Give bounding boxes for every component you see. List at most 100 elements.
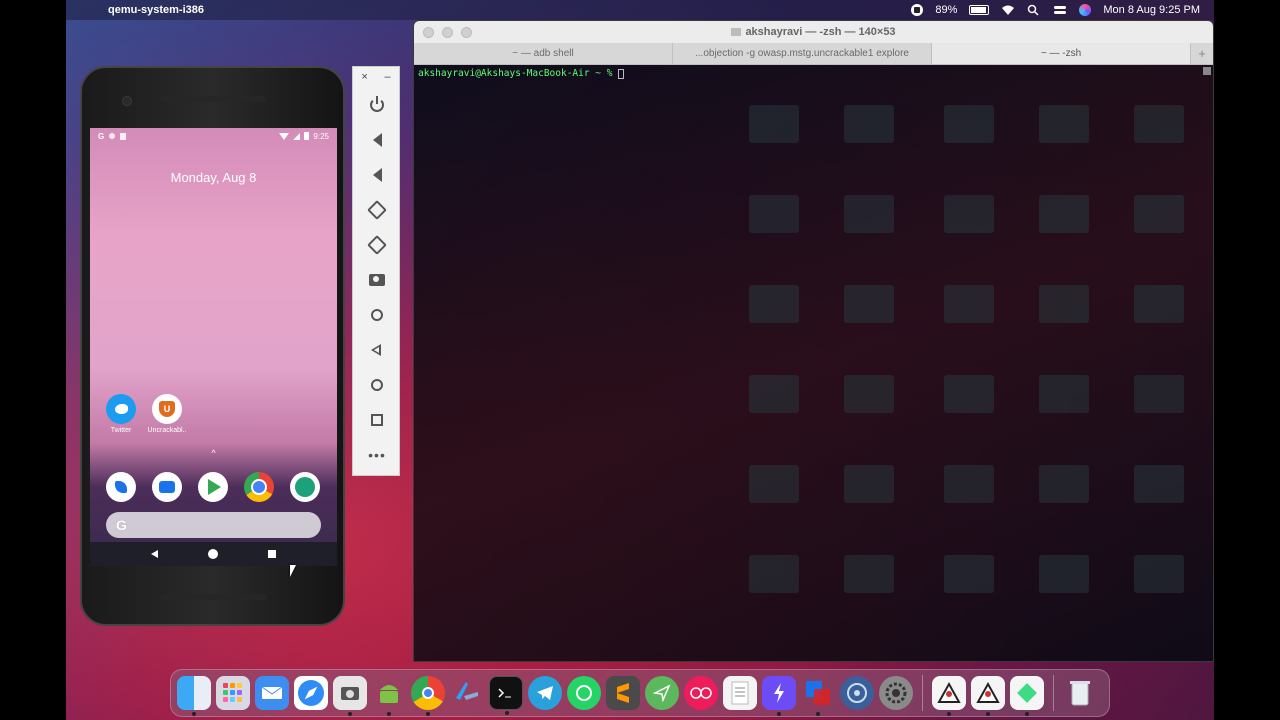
home-icon	[371, 378, 383, 391]
android-sdk-icon[interactable]	[1010, 676, 1044, 716]
network-icon[interactable]	[840, 676, 874, 710]
terminal-window[interactable]: akshayravi — -zsh — 140×53 ~ — adb shell…	[413, 20, 1214, 662]
app-label: Uncrackabl..	[147, 427, 187, 434]
ghost-file	[749, 555, 799, 593]
apple-icon[interactable]	[80, 3, 92, 17]
rotate-left-icon	[367, 199, 387, 220]
ghost-file	[749, 285, 799, 323]
nav-home-icon[interactable]	[208, 549, 218, 559]
overview-button[interactable]	[353, 402, 401, 437]
app-icon[interactable]	[290, 472, 320, 502]
zoom-button[interactable]	[353, 297, 401, 332]
zoom-icon	[371, 308, 383, 321]
app-twitter[interactable]: Twitter	[101, 394, 141, 434]
back-button[interactable]	[353, 332, 401, 367]
screen-record-icon[interactable]	[911, 4, 924, 16]
screenshot-button[interactable]	[353, 262, 401, 297]
trash-icon[interactable]	[1063, 676, 1097, 710]
send-icon[interactable]	[645, 676, 679, 710]
minimize-icon[interactable]: –	[385, 71, 391, 87]
earpiece-speaker	[162, 96, 266, 102]
rotate-right-button[interactable]	[353, 227, 401, 262]
vmware-icon[interactable]	[801, 676, 835, 716]
ghost-file	[944, 555, 994, 593]
home-button[interactable]	[353, 367, 401, 402]
nav-back-icon[interactable]	[151, 550, 158, 558]
ghost-file	[1134, 465, 1184, 503]
whatsapp-icon[interactable]	[567, 676, 601, 710]
screenshot-icon[interactable]	[333, 676, 367, 716]
ghost-file	[749, 375, 799, 413]
ghost-file	[1134, 555, 1184, 593]
volume-down-button[interactable]	[353, 157, 401, 192]
menu-bar: qemu-system-i386 89% Mon 8 Aug 9:25 PM	[66, 0, 1214, 20]
new-tab-button[interactable]: +	[1191, 43, 1213, 64]
ghost-file	[1134, 195, 1184, 233]
nav-recents-icon[interactable]	[268, 550, 276, 558]
terminal-dock-icon[interactable]	[489, 676, 523, 715]
spotlight-search-icon[interactable]	[1027, 4, 1041, 16]
textedit-icon[interactable]	[723, 676, 757, 710]
menu-datetime[interactable]: Mon 8 Aug 9:25 PM	[1103, 4, 1200, 16]
scrollbar-thumb[interactable]	[1203, 67, 1211, 75]
tab-objection[interactable]: ...objection -g owasp.mstg.uncrackable1 …	[673, 43, 932, 64]
uncrackable-app-icon[interactable]	[152, 394, 182, 424]
twitter-icon[interactable]	[106, 394, 136, 424]
siri-icon[interactable]	[1079, 4, 1092, 16]
ghost-file	[944, 285, 994, 323]
google-search-bar[interactable]: G	[106, 512, 321, 538]
control-center-icon[interactable]	[1053, 4, 1067, 16]
shortcuts-icon[interactable]	[762, 676, 796, 716]
letterbox-right	[1214, 0, 1280, 720]
android-home-screen[interactable]: G 9:25 Monday, Aug 8 Twitter Uncrackabl.…	[90, 128, 337, 566]
emulator-toolbar: × – •••	[352, 66, 400, 476]
system-preferences-icon[interactable]	[879, 676, 913, 710]
play-store-icon[interactable]	[198, 472, 228, 502]
rotate-left-button[interactable]	[353, 192, 401, 227]
wifi-icon[interactable]	[1001, 4, 1015, 16]
more-button[interactable]: •••	[353, 437, 401, 472]
close-icon[interactable]: ×	[361, 71, 367, 87]
rotate-right-icon	[367, 234, 387, 255]
ghost-file	[944, 465, 994, 503]
ghost-file	[749, 105, 799, 143]
messages-icon[interactable]	[152, 472, 182, 502]
launchpad-icon[interactable]	[216, 676, 250, 710]
app-label: Twitter	[110, 427, 132, 434]
volume-up-button[interactable]	[353, 122, 401, 157]
telegram-icon[interactable]	[528, 676, 562, 710]
app-uncrackable[interactable]: Uncrackabl..	[147, 394, 187, 434]
ghost-file	[1039, 195, 1089, 233]
battery-icon[interactable]	[969, 5, 990, 15]
safari-icon[interactable]	[294, 676, 328, 710]
app-drawer-arrow[interactable]: ^	[90, 448, 337, 458]
flickr-icon[interactable]	[684, 676, 718, 710]
mouse-cursor-icon	[290, 565, 296, 577]
terminal-output[interactable]: akshayravi@Akshays-MacBook-Air ~ %	[414, 65, 1213, 661]
volume-up-icon	[372, 132, 382, 147]
xcode-icon[interactable]	[450, 676, 484, 710]
chrome-icon[interactable]	[244, 472, 274, 502]
tab-adb-shell[interactable]: ~ — adb shell	[414, 43, 673, 64]
ghost-file	[944, 195, 994, 233]
sd-card-icon	[120, 132, 127, 140]
power-button[interactable]	[353, 87, 401, 122]
menu-app-name[interactable]: qemu-system-i386	[108, 4, 204, 16]
java-icon[interactable]	[932, 676, 966, 716]
ghost-file	[844, 375, 894, 413]
home-date[interactable]: Monday, Aug 8	[90, 170, 337, 185]
phone-icon[interactable]	[106, 472, 136, 502]
ghost-file	[944, 375, 994, 413]
volume-down-icon	[372, 167, 382, 182]
tab-zsh[interactable]: ~ — -zsh	[932, 43, 1191, 64]
bottom-speaker	[162, 594, 266, 600]
finder-icon[interactable]	[177, 676, 211, 716]
java-icon-2[interactable]	[971, 676, 1005, 716]
android-studio-icon[interactable]	[372, 676, 406, 716]
sublime-icon[interactable]	[606, 676, 640, 710]
terminal-titlebar[interactable]: akshayravi — -zsh — 140×53	[414, 21, 1213, 43]
chrome-dock-icon[interactable]	[411, 676, 445, 716]
android-emulator-device: G 9:25 Monday, Aug 8 Twitter Uncrackabl.…	[80, 66, 345, 626]
mail-icon[interactable]	[255, 676, 289, 710]
ghost-file	[844, 285, 894, 323]
